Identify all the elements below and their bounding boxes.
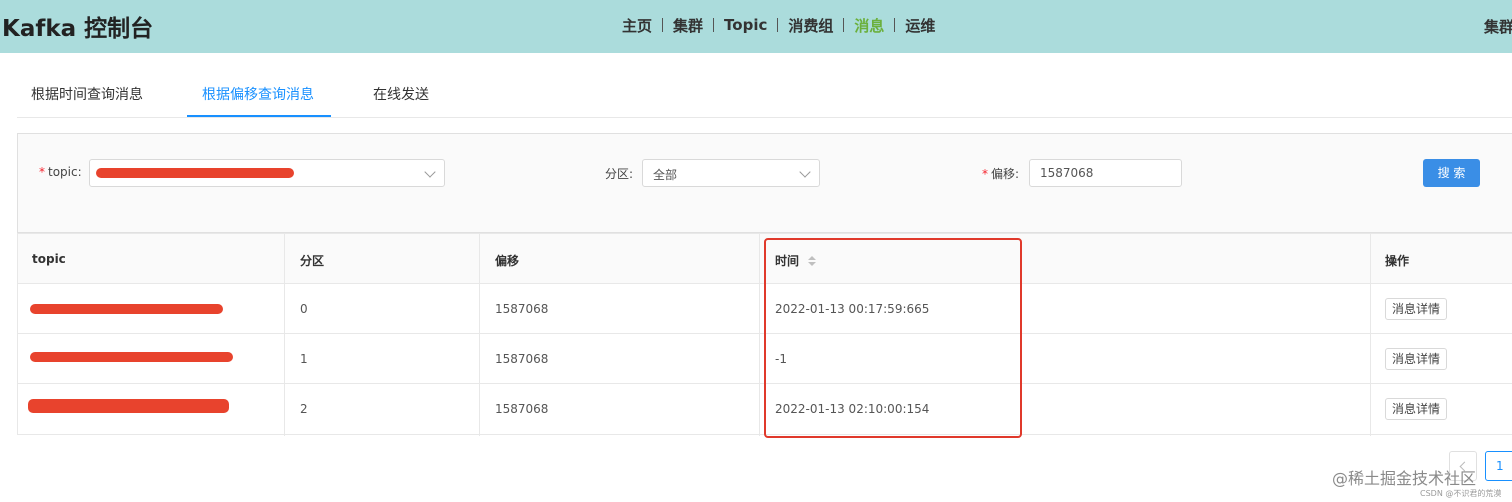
column-header-offset: 偏移 — [495, 254, 520, 268]
tab-send-online[interactable]: 在线发送 — [373, 84, 429, 104]
redacted-topic-value — [96, 168, 294, 178]
search-button[interactable]: 搜 索 — [1423, 159, 1480, 187]
topic-label: * topic: — [39, 165, 82, 179]
redacted-topic-cell — [28, 399, 229, 413]
partition-select-value: 全部 — [653, 168, 678, 182]
nav-divider — [777, 18, 779, 32]
offset-input-value: 1587068 — [1040, 166, 1094, 180]
column-header-topic: topic — [32, 252, 66, 266]
nav-divider — [894, 18, 896, 32]
nav-divider — [662, 18, 664, 32]
cell-partition: 2 — [300, 402, 308, 416]
nav-divider — [843, 18, 845, 32]
main-nav: 主页 集群 Topic 消费组 消息 运维 — [622, 15, 935, 35]
time-column-highlight — [764, 238, 1022, 438]
topic-label-text: topic — [48, 165, 78, 179]
partition-label-text: 分区 — [605, 167, 630, 181]
search-form: * topic: 分区: 全部 * 偏移: 1587068 搜 索 — [17, 133, 1512, 233]
column-header-partition: 分区 — [300, 254, 325, 268]
nav-item-cluster[interactable]: 集群 — [673, 15, 703, 36]
app-title: Kafka 控制台 — [2, 16, 154, 42]
column-header-action: 操作 — [1385, 254, 1410, 268]
nav-item-topic[interactable]: Topic — [724, 16, 767, 34]
redacted-topic-cell — [30, 304, 223, 314]
message-detail-button[interactable]: 消息详情 — [1385, 348, 1448, 370]
watermark: @稀土掘金技术社区 — [1332, 469, 1477, 488]
nav-item-messages[interactable]: 消息 — [854, 15, 884, 36]
nav-divider — [713, 18, 715, 32]
redacted-topic-cell — [30, 352, 233, 362]
cell-partition: 0 — [300, 302, 308, 316]
pagination-page-1[interactable]: 1 — [1485, 451, 1512, 481]
partition-label: 分区: — [605, 167, 634, 181]
watermark-sub: CSDN @不识君的荒漠 — [1420, 489, 1502, 498]
chevron-down-icon — [799, 166, 811, 178]
tab-query-by-offset[interactable]: 根据偏移查询消息 — [202, 84, 314, 104]
offset-input[interactable]: 1587068 — [1029, 159, 1182, 187]
active-tab-indicator — [187, 115, 331, 117]
partition-select[interactable]: 全部 — [642, 159, 820, 187]
query-tabs: 根据时间查询消息 根据偏移查询消息 在线发送 — [17, 70, 1512, 118]
nav-item-consumer-group[interactable]: 消费组 — [788, 15, 833, 36]
cell-offset: 1587068 — [495, 402, 549, 416]
topic-select[interactable] — [89, 159, 445, 187]
cell-offset: 1587068 — [495, 352, 549, 366]
nav-item-ops[interactable]: 运维 — [905, 15, 935, 36]
top-header: Kafka 控制台 主页 集群 Topic 消费组 消息 运维 集群 — [0, 0, 1512, 53]
chevron-down-icon — [424, 166, 436, 178]
offset-label-text: 偏移 — [991, 167, 1016, 181]
message-detail-button[interactable]: 消息详情 — [1385, 398, 1448, 420]
tab-query-by-time[interactable]: 根据时间查询消息 — [31, 84, 143, 104]
cell-partition: 1 — [300, 352, 308, 366]
cell-offset: 1587068 — [495, 302, 549, 316]
cluster-selector[interactable]: 集群 — [1484, 16, 1512, 37]
nav-item-home[interactable]: 主页 — [622, 15, 652, 36]
message-detail-button[interactable]: 消息详情 — [1385, 298, 1448, 320]
offset-label: * 偏移: — [982, 167, 1020, 181]
